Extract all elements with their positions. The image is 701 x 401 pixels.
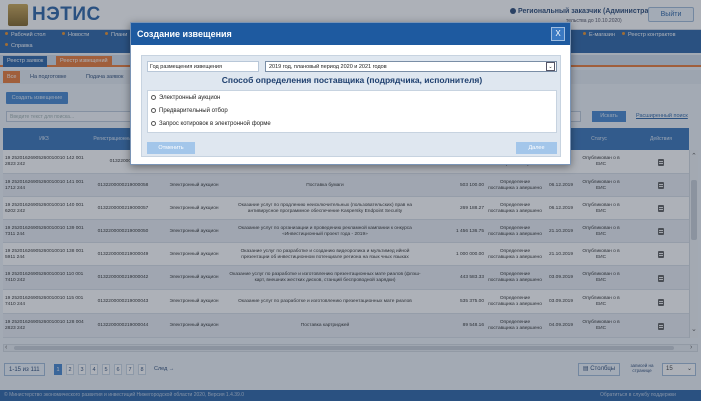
option-label: Запрос котировок в электронной форме [159, 121, 271, 127]
option-label: Предварительный отбор [159, 108, 228, 114]
method-options: Электронный аукцион Предварительный отбо… [147, 90, 557, 133]
radio-button[interactable] [151, 95, 156, 100]
close-button[interactable]: X [551, 27, 565, 41]
chevron-down-icon[interactable]: ⌄ [546, 62, 555, 71]
create-notice-dialog: Создание извещения X Год размещения изве… [130, 22, 571, 165]
option-label: Электронный аукцион [159, 95, 221, 101]
option-quotation-request[interactable]: Запрос котировок в электронной форме [151, 119, 271, 130]
cancel-button[interactable]: Отменить [147, 142, 195, 154]
year-label: Год размещения извещения [147, 61, 259, 72]
option-preliminary-selection[interactable]: Предварительный отбор [151, 106, 228, 117]
option-electronic-auction[interactable]: Электронный аукцион [151, 93, 220, 104]
radio-button[interactable] [151, 108, 156, 113]
radio-button[interactable] [151, 121, 156, 126]
year-value: 2019 год, плановый период 2020 и 2021 го… [269, 64, 387, 70]
method-section-title: Способ определения поставщика (подрядчик… [221, 75, 483, 85]
next-button[interactable]: Далее [516, 142, 557, 154]
dialog-body: Год размещения извещения 2019 год, плано… [141, 55, 561, 157]
year-select[interactable]: 2019 год, плановый период 2020 и 2021 го… [265, 61, 557, 72]
dialog-title: Создание извещения [131, 23, 570, 45]
